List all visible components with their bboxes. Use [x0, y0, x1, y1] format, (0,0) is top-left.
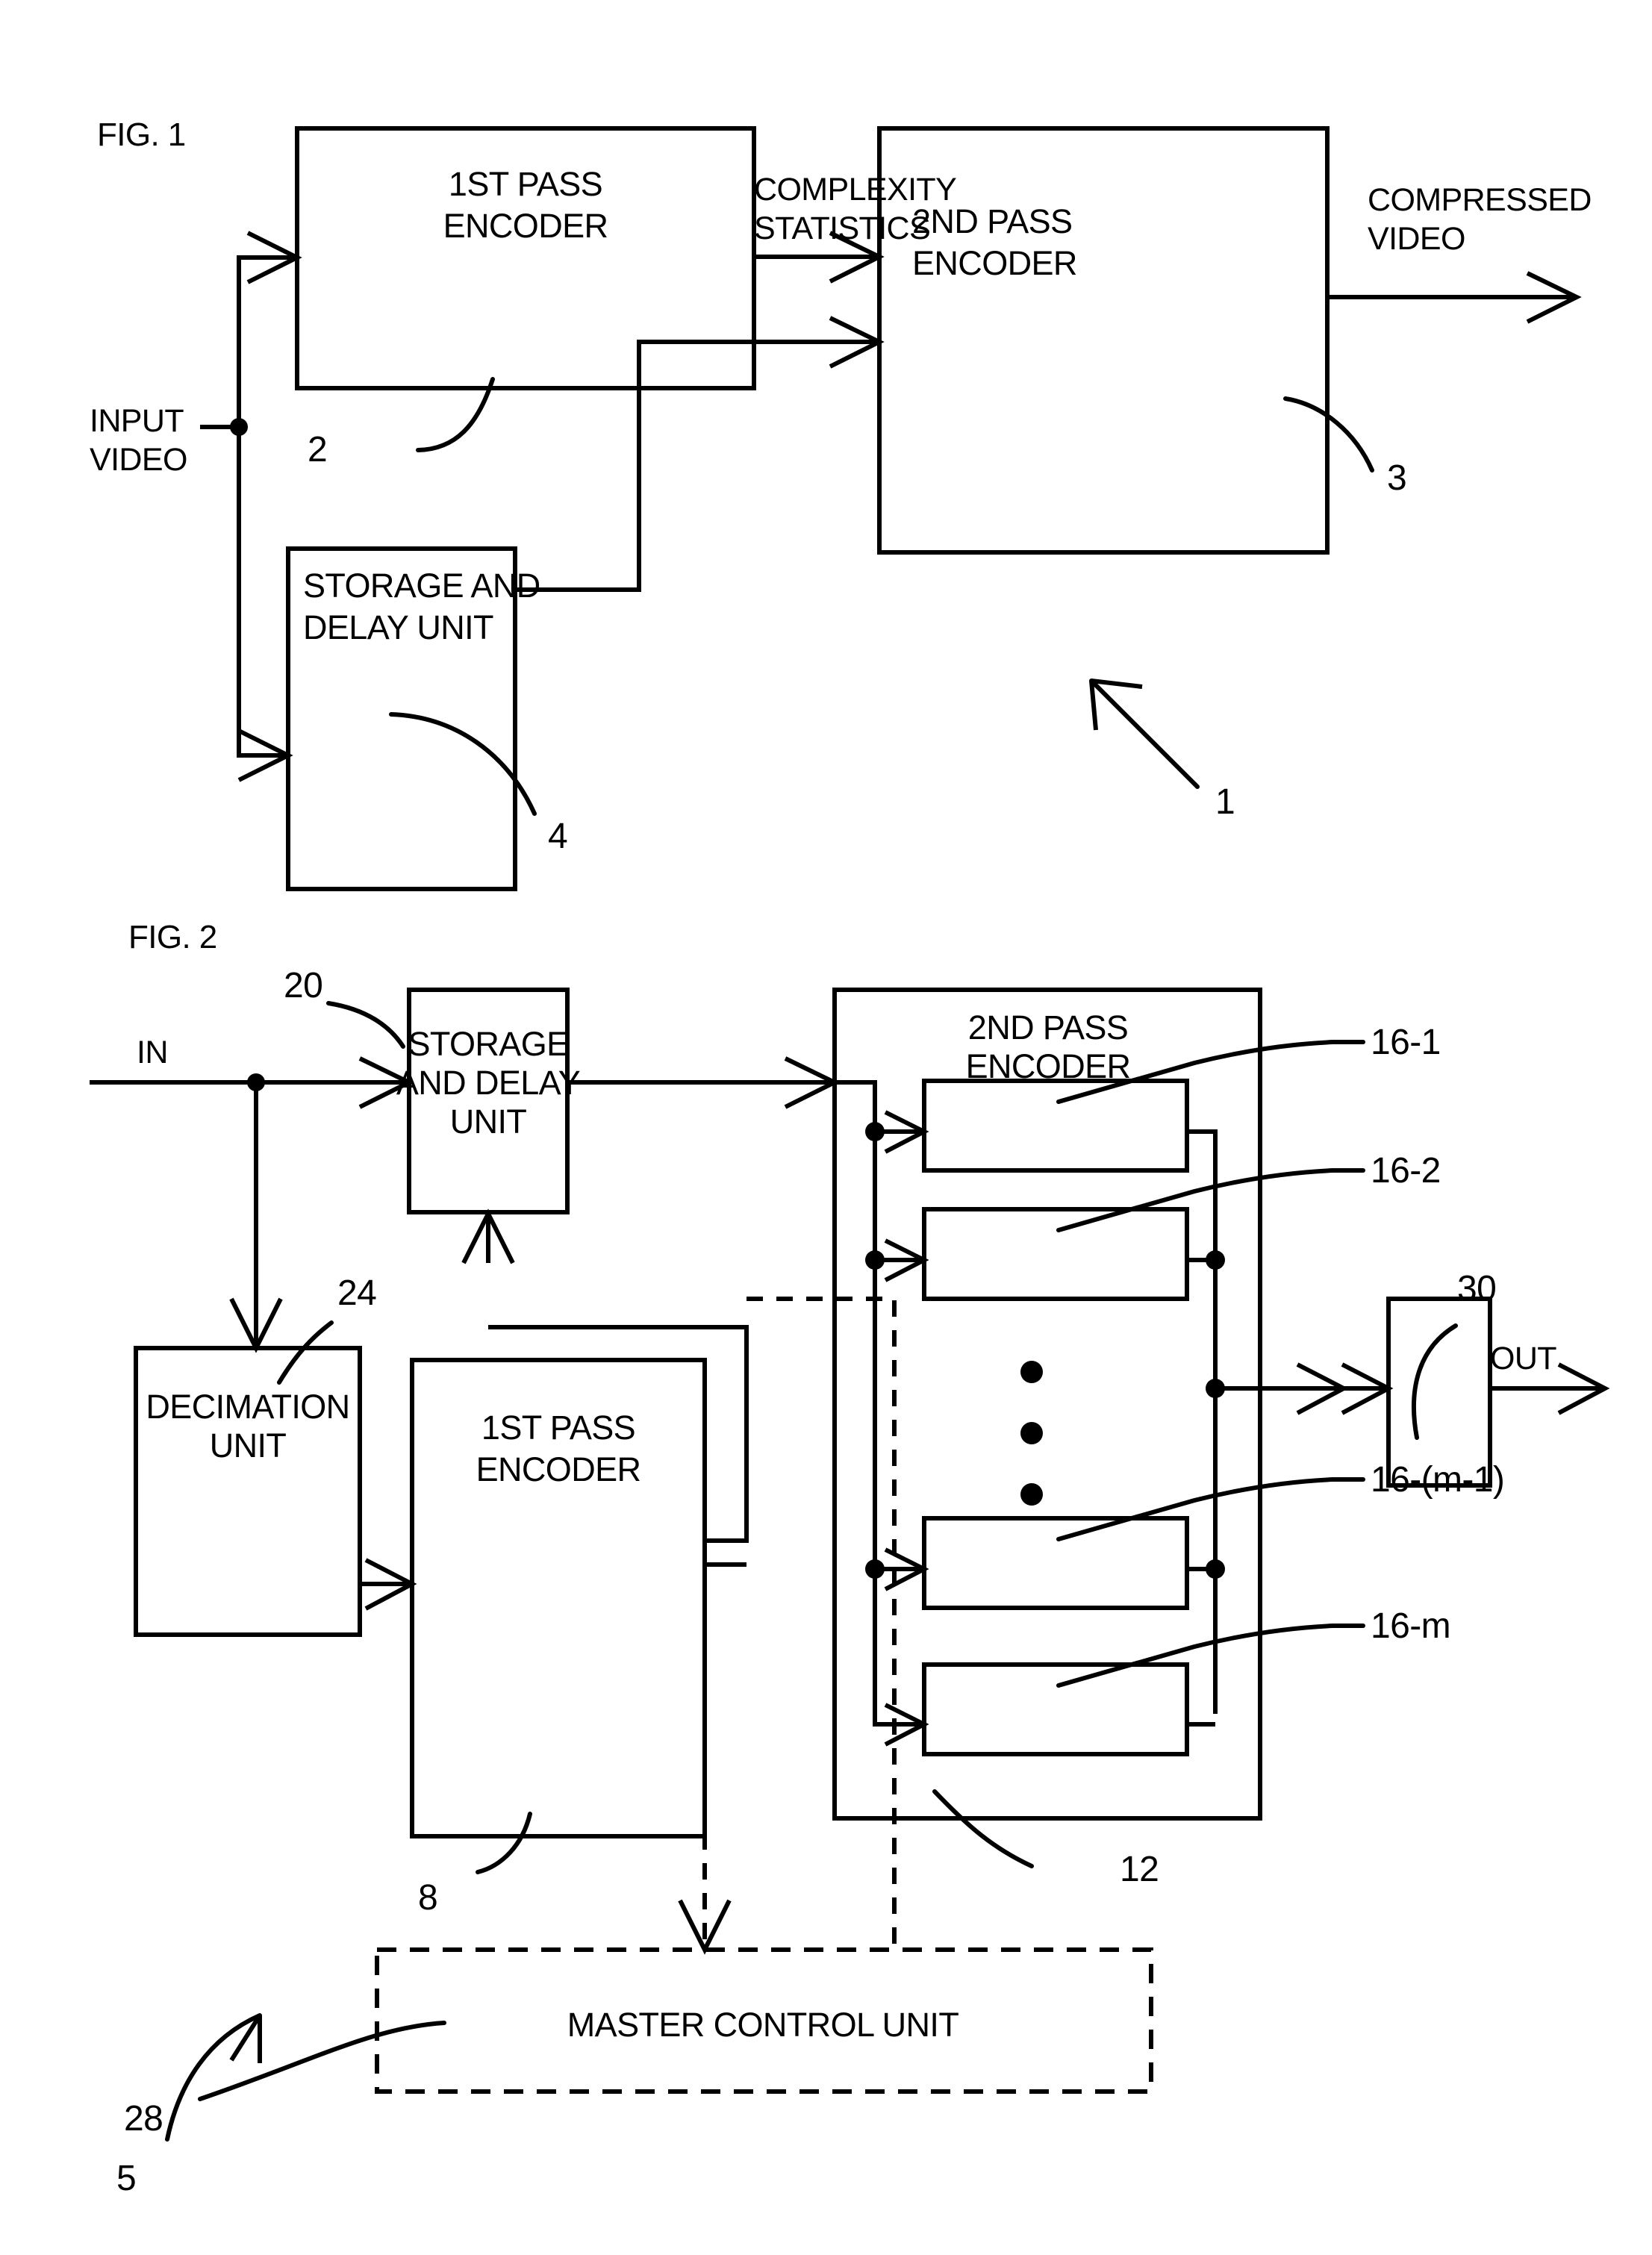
fig2-ref-8: 8 — [418, 1878, 437, 1918]
fig2-ref-20: 20 — [284, 966, 322, 1005]
fig1-wire-to-first-pass — [237, 255, 296, 427]
fig1-ref-4: 4 — [548, 817, 567, 856]
patent-drawing-page: FIG. 1 INPUT VIDEO 1ST PASS ENCODER 2 CO… — [0, 0, 1652, 2255]
fig2-slicem1-output-dot — [1206, 1559, 1225, 1579]
fig2-master-control-label: MASTER CONTROL UNIT — [567, 2006, 959, 2044]
fig2-caption: FIG. 2 — [128, 919, 217, 955]
fig2-ref-24: 24 — [337, 1273, 376, 1313]
fig2-encoder-slice-16-m — [922, 1662, 1189, 1756]
fig1-second-pass-label-line1: 2ND PASS — [912, 202, 1072, 240]
fig2-second-pass-encoder-box — [832, 988, 1262, 1821]
fig2-ellipsis-dot-1 — [1020, 1361, 1043, 1383]
fig2-ref-28: 28 — [124, 2099, 163, 2139]
fig2-ref-12: 12 — [1120, 1850, 1159, 1889]
fig2-ref-16-1: 16-1 — [1371, 1023, 1441, 1062]
fig1-ref-1: 1 — [1215, 782, 1235, 822]
fig2-ellipsis-dot-2 — [1020, 1422, 1043, 1444]
fig2-decimation-label-line1: DECIMATION — [146, 1388, 349, 1426]
fig1-first-pass-label-line1: 1ST PASS — [449, 165, 602, 203]
fig1-storage-label-line1: STORAGE AND — [303, 567, 540, 605]
figure-2: FIG. 2 IN 20 STORAGE AND DELAY UNIT DECI… — [90, 919, 1610, 2198]
fig2-ref16-m-1-leader — [1056, 1477, 1335, 1541]
fig2-combiner-box — [1386, 1297, 1492, 1488]
fig2-ref-30: 30 — [1457, 1269, 1496, 1309]
fig2-ref8-leader — [476, 1812, 532, 1874]
fig2-decimation-label-line2: UNIT — [210, 1426, 287, 1465]
fig1-ref-3: 3 — [1387, 458, 1406, 498]
fig2-ref16-2-leader — [1056, 1168, 1335, 1232]
fig1-input-video-label-line2: VIDEO — [90, 442, 187, 478]
fig2-second-pass-label-line1: 2ND PASS — [968, 1008, 1128, 1047]
fig2-storage-label-line3: UNIT — [450, 1102, 527, 1141]
fig2-encoder-slice-16-1 — [922, 1079, 1189, 1173]
fig2-ref28-leader — [198, 2021, 446, 2101]
fig2-first-pass-label-line1: 1ST PASS — [481, 1409, 635, 1447]
fig1-compressed-label-line1: COMPRESSED — [1368, 182, 1592, 218]
fig1-second-pass-label-line2: ENCODER — [912, 244, 1077, 282]
figures-canvas: FIG. 1 INPUT VIDEO 1ST PASS ENCODER 2 CO… — [90, 116, 1610, 2198]
fig2-encoder-slice-16-m-1 — [922, 1516, 1189, 1610]
fig1-wire-to-storage — [237, 427, 287, 758]
fig1-input-video-label-line1: INPUT — [90, 403, 184, 439]
fig1-ref-2: 2 — [308, 430, 327, 470]
fig1-compressed-label-line2: VIDEO — [1368, 221, 1465, 257]
fig2-ref-16-2: 16-2 — [1371, 1151, 1441, 1191]
fig1-caption: FIG. 1 — [97, 116, 186, 153]
fig1-ref1-arrow-shaft — [1089, 679, 1200, 789]
fig2-first-pass-label-line2: ENCODER — [476, 1450, 641, 1488]
fig2-ref12-leader — [932, 1789, 1034, 1868]
fig2-ref16-m-leader — [1056, 1624, 1335, 1688]
fig2-slice1-output-wire — [1187, 1129, 1218, 1138]
fig2-ref30-leader — [1411, 1323, 1458, 1440]
fig1-wire-storage-to-second-pass — [515, 340, 878, 592]
fig2-out-label: OUT — [1490, 1341, 1556, 1376]
fig2-dashed-to-master-right — [746, 1297, 897, 1950]
fig2-ref-5: 5 — [116, 2159, 136, 2198]
figure-1: FIG. 1 INPUT VIDEO 1ST PASS ENCODER 2 CO… — [90, 116, 1592, 891]
fig2-ref24-leader — [277, 1320, 334, 1385]
fig2-in-label: IN — [137, 1035, 168, 1070]
fig2-ref-16-m: 16-m — [1371, 1606, 1450, 1646]
fig2-ref20-leader — [326, 1001, 405, 1049]
fig2-internal-input-bus — [835, 1080, 920, 1727]
fig2-encoder-slice-16-2 — [922, 1207, 1189, 1301]
fig2-storage-label-line1: STORAGE — [408, 1025, 568, 1063]
fig2-storage-label-line2: AND DELAY — [396, 1064, 581, 1102]
fig1-first-pass-label-line2: ENCODER — [443, 207, 608, 245]
fig1-storage-label-line2: DELAY UNIT — [303, 608, 493, 646]
fig2-ellipsis-dot-3 — [1020, 1483, 1043, 1506]
